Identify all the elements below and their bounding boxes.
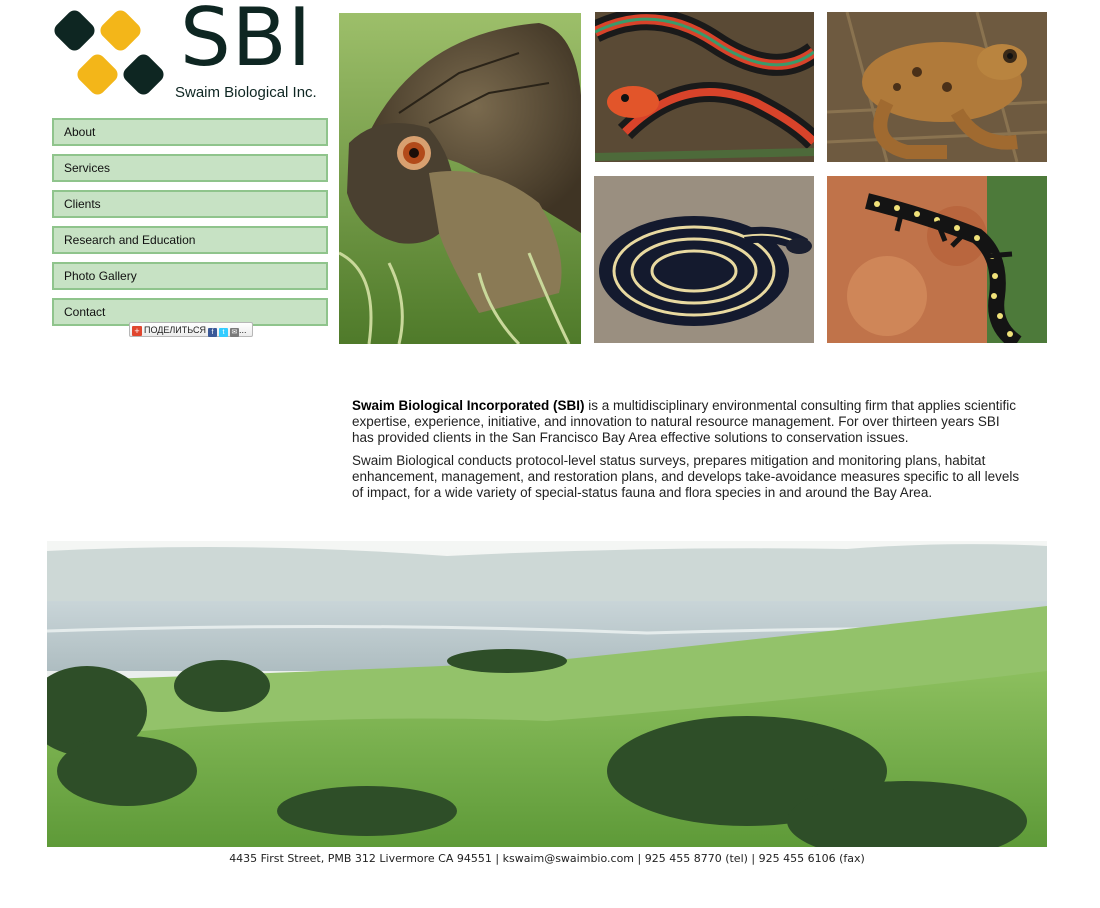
intro-text: Swaim Biological Incorporated (SBI) is a… xyxy=(352,398,1022,508)
plus-icon: + xyxy=(132,326,142,336)
nav-research-education[interactable]: Research and Education xyxy=(52,226,328,254)
nav-about-label: About xyxy=(64,125,96,139)
share-label: ПОДЕЛИТЬСЯ xyxy=(144,325,206,335)
footer-fax: 925 455 6106 (fax) xyxy=(758,852,865,865)
nav-photo-gallery-label: Photo Gallery xyxy=(64,269,137,283)
footer-phone: 925 455 8770 (tel) xyxy=(644,852,748,865)
intro-paragraph-1: Swaim Biological Incorporated (SBI) is a… xyxy=(352,398,1022,446)
nav-photo-gallery[interactable]: Photo Gallery xyxy=(52,262,328,290)
nav-research-education-label: Research and Education xyxy=(64,233,196,247)
nav-clients-label: Clients xyxy=(64,197,101,211)
turtle-photo xyxy=(339,13,581,344)
salamander-photo xyxy=(827,176,1047,343)
intro-paragraph-2: Swaim Biological conducts protocol-level… xyxy=(352,453,1020,500)
twitter-icon: t xyxy=(218,328,228,337)
footer: 4435 First Street, PMB 312 Livermore CA … xyxy=(0,852,1094,865)
logo-company-name: Swaim Biological Inc. xyxy=(175,84,317,101)
share-button[interactable]: + ПОДЕЛИТЬСЯ f t ✉... xyxy=(129,322,253,337)
nav-about[interactable]: About xyxy=(52,118,328,146)
nav-contact-label: Contact xyxy=(64,305,106,319)
logo-letters: SBI xyxy=(180,0,313,84)
bay-area-landscape-photo xyxy=(47,541,1047,847)
footer-email-link[interactable]: kswaim@swaimbio.com xyxy=(503,852,634,865)
garter-snake-photo xyxy=(595,12,814,162)
company-name: Swaim Biological Incorporated (SBI) xyxy=(352,398,585,413)
footer-address: 4435 First Street, PMB 312 Livermore CA … xyxy=(229,852,492,865)
main-nav: About Services Clients Research and Educ… xyxy=(52,118,330,334)
frog-photo xyxy=(827,12,1047,162)
footer-separator: | xyxy=(634,852,645,865)
diamond-logo-icon xyxy=(54,10,164,95)
sbi-logo[interactable]: SBI Swaim Biological Inc. xyxy=(50,0,330,110)
footer-separator: | xyxy=(491,852,503,865)
footer-separator: | xyxy=(747,852,759,865)
nav-clients[interactable]: Clients xyxy=(52,190,328,218)
facebook-icon: f xyxy=(207,328,217,337)
striped-snake-photo xyxy=(594,176,814,343)
nav-services-label: Services xyxy=(64,161,111,175)
mail-icon: ✉ xyxy=(229,328,239,337)
nav-services[interactable]: Services xyxy=(52,154,328,182)
share-more: ... xyxy=(238,325,247,335)
